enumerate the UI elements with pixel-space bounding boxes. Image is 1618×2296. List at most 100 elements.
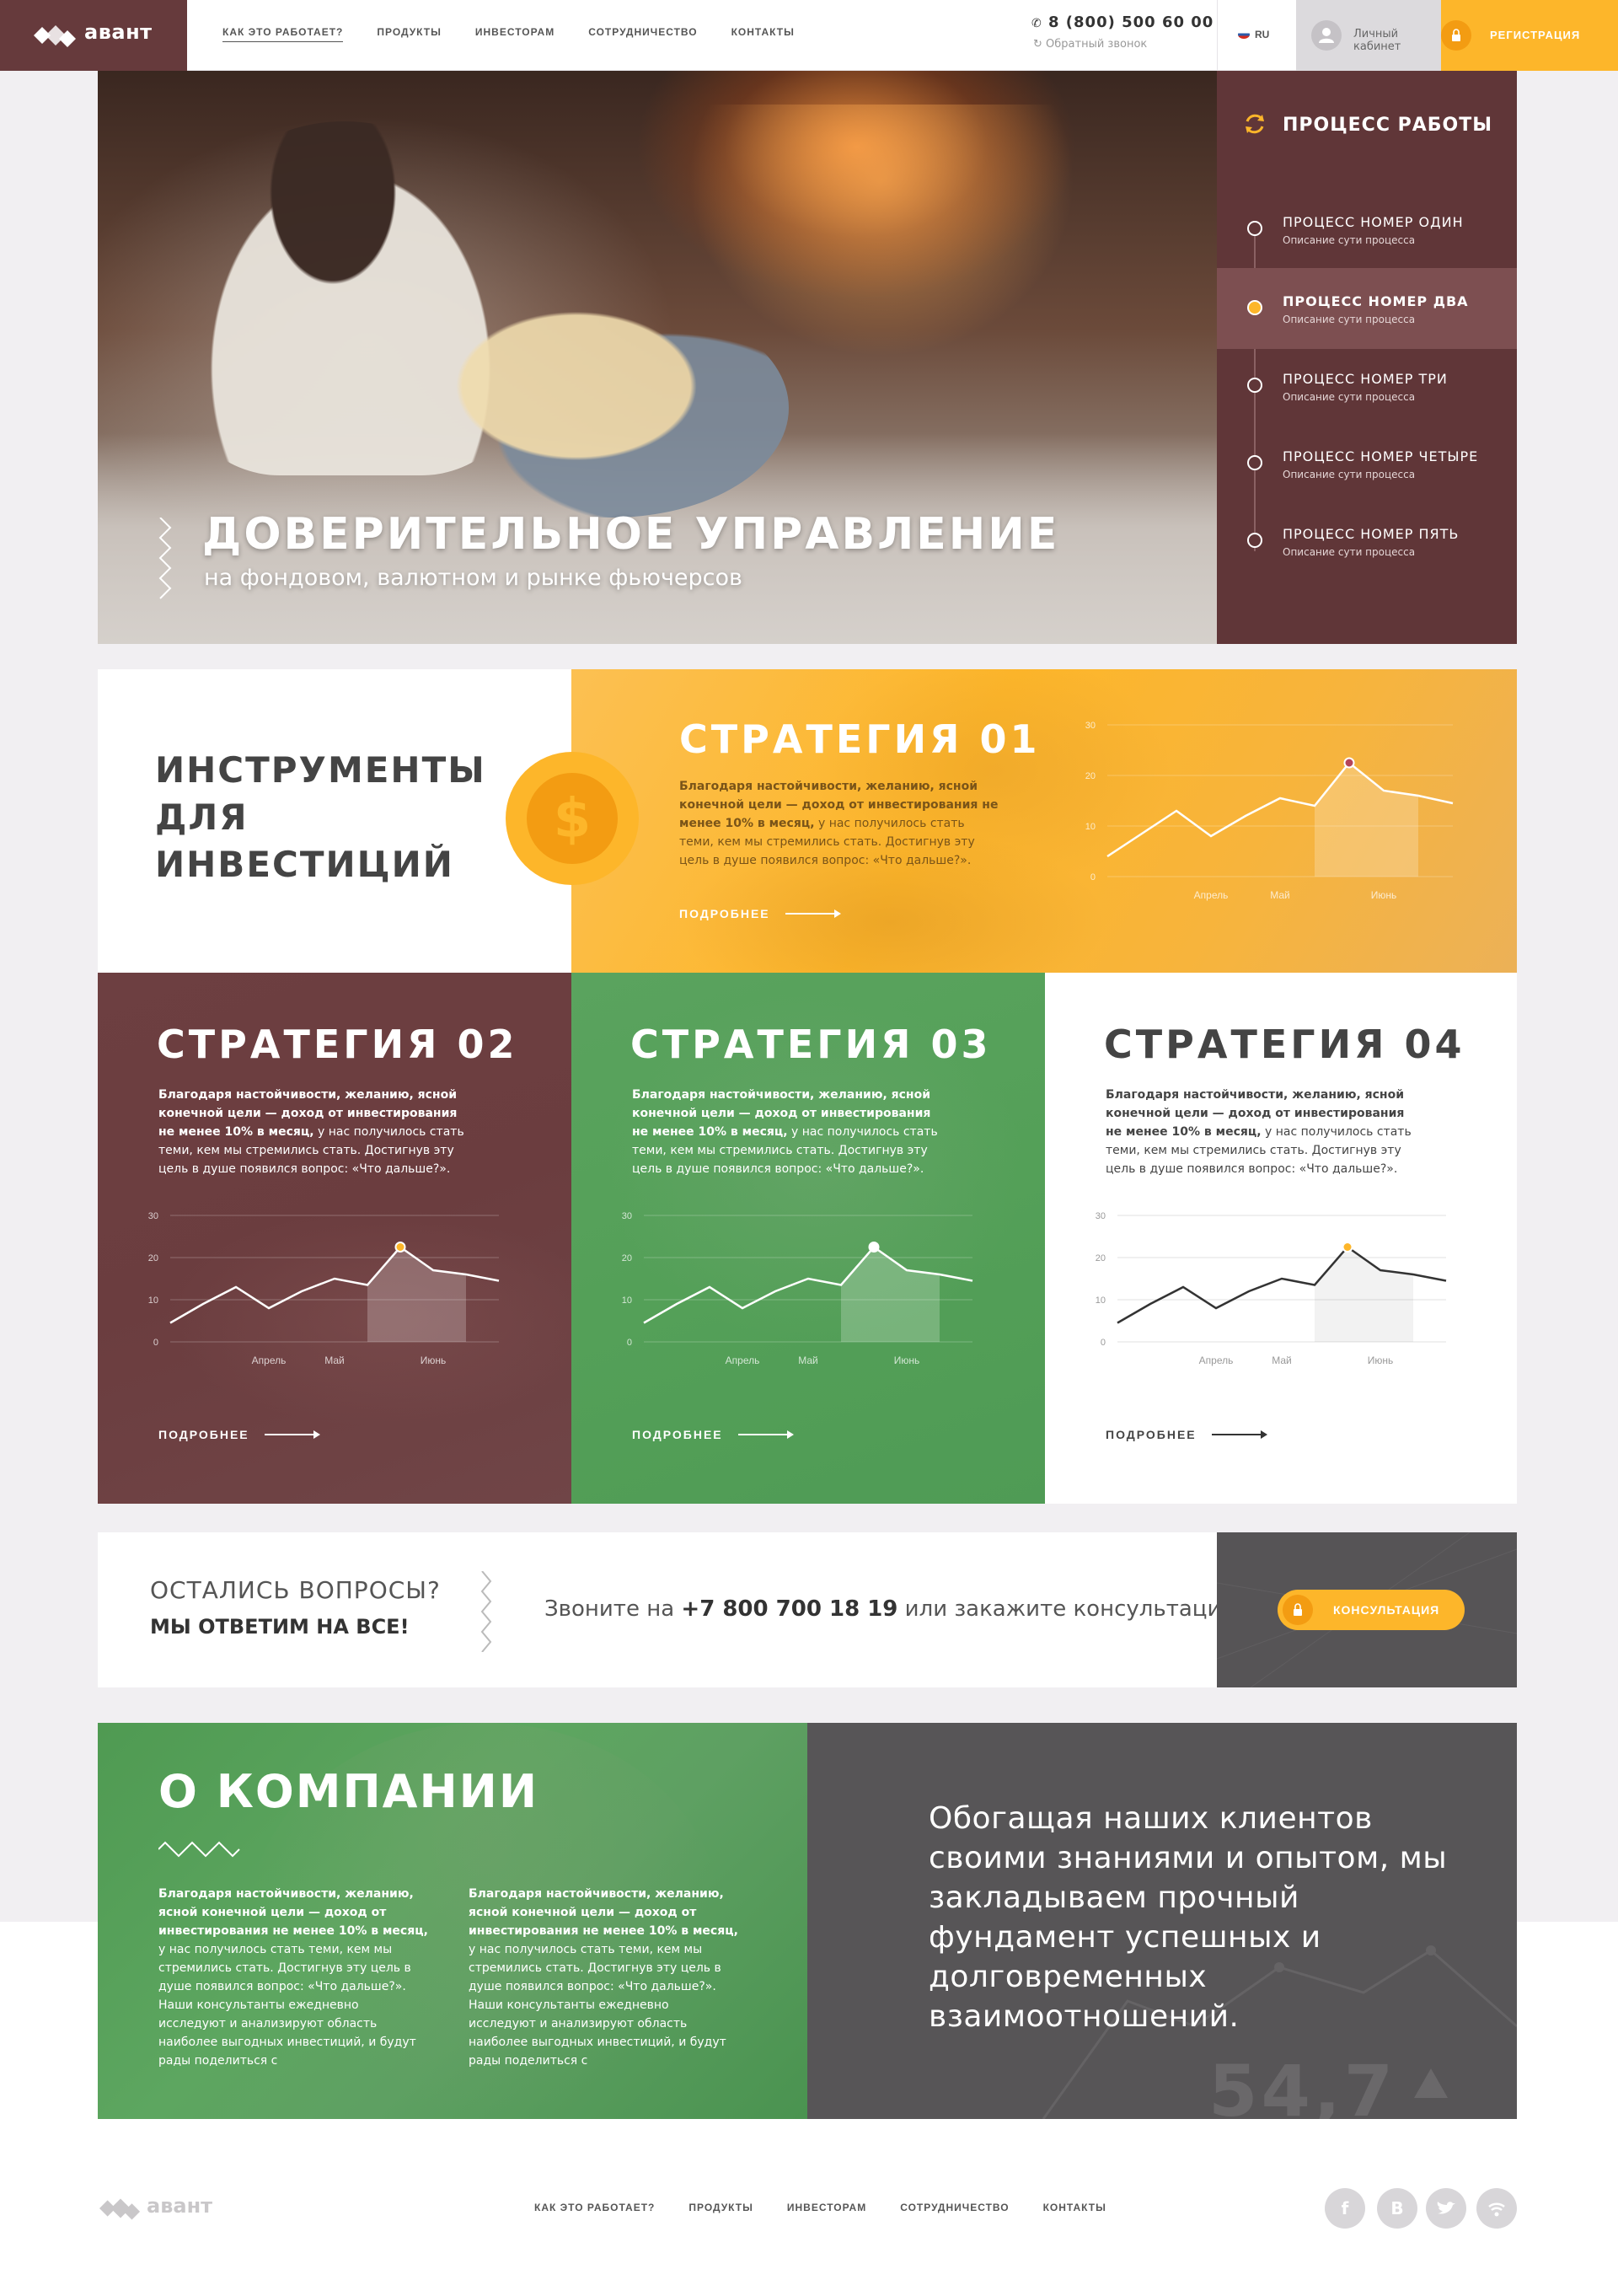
register-button[interactable]: РЕГИСТРАЦИЯ <box>1441 0 1618 71</box>
nav-cooperation[interactable]: СОТРУДНИЧЕСТВО <box>588 26 697 42</box>
call-phone[interactable]: +7 800 700 18 19 <box>681 1596 897 1622</box>
zigzag-icon <box>158 518 172 599</box>
footer-nav-products[interactable]: ПРОДУКТЫ <box>688 2202 753 2213</box>
y-tick-label: 20 <box>1096 1253 1106 1263</box>
footer-logo-text: авант <box>147 2194 213 2218</box>
strategy-card-3[interactable]: СТРАТЕГИЯ 03 Благодаря настойчивости, же… <box>571 973 1045 1504</box>
about-section: О КОМПАНИИ Благодаря настойчивости, жела… <box>98 1723 807 2119</box>
vk-icon[interactable]: B <box>1377 2188 1417 2229</box>
footer-logo-icon[interactable] <box>99 2197 142 2220</box>
logo[interactable]: авант <box>0 0 187 71</box>
footer-nav-contacts[interactable]: КОНТАКТЫ <box>1043 2202 1106 2213</box>
strategy-card-1[interactable]: СТРАТЕГИЯ 01 Благодаря настойчивости, же… <box>571 669 1517 973</box>
questions-subheading: МЫ ОТВЕТИМ НА ВСЕ! <box>150 1615 410 1639</box>
wave-icon <box>158 1841 240 1858</box>
call-prefix: Звоните на <box>544 1596 675 1622</box>
y-tick-label: 0 <box>153 1338 158 1348</box>
lock-icon <box>1441 20 1471 51</box>
questions-bar: ОСТАЛИСЬ ВОПРОСЫ? МЫ ОТВЕТИМ НА ВСЕ! Зво… <box>98 1532 1240 1687</box>
more-label: ПОДРОБНЕЕ <box>158 1428 249 1441</box>
process-item-name: ПРОЦЕСС НОМЕР ДВА <box>1283 293 1469 309</box>
strategy-title: СТРАТЕГИЯ 04 <box>1104 1022 1465 1067</box>
nav-investors[interactable]: ИНВЕСТОРАМ <box>475 26 555 42</box>
process-item-desc: Описание сути процесса <box>1283 391 1416 403</box>
nav-contacts[interactable]: КОНТАКТЫ <box>731 26 795 42</box>
background-number: 54,7 <box>1208 2050 1397 2119</box>
nav-how-it-works[interactable]: КАК ЭТО РАБОТАЕТ? <box>222 26 344 42</box>
process-item-desc: Описание сути процесса <box>1283 469 1416 480</box>
language-selector[interactable]: RU <box>1217 0 1296 71</box>
sync-icon <box>1246 114 1264 134</box>
strategy-card-2[interactable]: СТРАТЕГИЯ 02 Благодаря настойчивости, же… <box>98 973 571 1504</box>
strategy-title: СТРАТЕГИЯ 02 <box>157 1022 518 1067</box>
main-nav: КАК ЭТО РАБОТАЕТ? ПРОДУКТЫ ИНВЕСТОРАМ СО… <box>222 26 795 42</box>
process-item-4[interactable]: ПРОЦЕСС НОМЕР ЧЕТЫРЕ Описание сути проце… <box>1217 423 1517 504</box>
about-text-bold: Благодаря настойчивости, желанию, ясной … <box>158 1887 428 1938</box>
nav-products[interactable]: ПРОДУКТЫ <box>377 26 442 42</box>
arrow-right-icon <box>1211 1430 1267 1439</box>
hero-title: ДОВЕРИТЕЛЬНОЕ УПРАВЛЕНИЕ <box>202 509 1060 560</box>
process-item-desc: Описание сути процесса <box>1283 546 1416 558</box>
about-text-bold: Благодаря настойчивости, желанию, ясной … <box>469 1887 738 1938</box>
facebook-icon[interactable]: f <box>1325 2188 1365 2229</box>
strategy-title: СТРАТЕГИЯ 03 <box>630 1022 992 1067</box>
dollar-icon-inner: $ <box>527 773 618 864</box>
y-tick-label: 10 <box>1096 1296 1106 1306</box>
process-item-name: ПРОЦЕСС НОМЕР ТРИ <box>1283 371 1448 387</box>
footer-nav-investors[interactable]: ИНВЕСТОРАМ <box>787 2202 866 2213</box>
timeline-dot-icon <box>1247 533 1262 548</box>
phone-block: ✆ 8 (800) 500 60 00 ↻ Обратный звонок <box>1031 13 1214 51</box>
hero-banner: ДОВЕРИТЕЛЬНОЕ УПРАВЛЕНИЕ на фондовом, ва… <box>98 71 1217 644</box>
questions-heading: ОСТАЛИСЬ ВОПРОСЫ? <box>150 1576 441 1604</box>
zigzag-icon <box>480 1571 492 1652</box>
more-link[interactable]: ПОДРОБНЕЕ <box>1106 1428 1267 1441</box>
callback-link[interactable]: ↻ Обратный звонок <box>1031 38 1214 51</box>
more-link[interactable]: ПОДРОБНЕЕ <box>679 907 841 920</box>
x-tick-label: Июнь <box>894 1355 920 1366</box>
y-tick-label: 0 <box>1101 1338 1106 1348</box>
twitter-icon[interactable] <box>1426 2188 1466 2229</box>
instruments-block: ИНСТРУМЕНТЫ ДЛЯ ИНВЕСТИЦИЙ <box>98 669 571 973</box>
process-panel: ПРОЦЕСС РАБОТЫ ПРОЦЕСС НОМЕР ОДИН Описан… <box>1217 71 1517 644</box>
y-tick-label: 30 <box>1096 1211 1106 1221</box>
x-tick-label: Май <box>1270 889 1290 901</box>
more-link[interactable]: ПОДРОБНЕЕ <box>632 1428 794 1441</box>
logo-text: авант <box>84 20 153 44</box>
more-label: ПОДРОБНЕЕ <box>1106 1428 1197 1441</box>
logo-icon <box>34 25 76 47</box>
more-label: ПОДРОБНЕЕ <box>679 907 770 920</box>
process-item-2[interactable]: ПРОЦЕСС НОМЕР ДВА Описание сути процесса <box>1217 268 1517 349</box>
strategy-card-4[interactable]: СТРАТЕГИЯ 04 Благодаря настойчивости, же… <box>1045 973 1517 1504</box>
strategy-chart-2: 0 10 20 30 Апрель Май Июнь <box>148 1211 500 1366</box>
process-item-5[interactable]: ПРОЦЕСС НОМЕР ПЯТЬ Описание сути процесс… <box>1217 501 1517 582</box>
process-title: ПРОЦЕСС РАБОТЫ <box>1283 115 1493 136</box>
process-item-1[interactable]: ПРОЦЕСС НОМЕР ОДИН Описание сути процесс… <box>1217 189 1517 270</box>
rss-icon[interactable] <box>1476 2188 1517 2229</box>
chart-area <box>367 1247 466 1342</box>
about-quote-block: 54,7 Обогащая наших клиентов своими знан… <box>807 1723 1517 2119</box>
strategy-chart-4: 0 10 20 30 Апрель Май Июнь <box>1096 1211 1447 1366</box>
hero-photo-woman <box>435 298 789 518</box>
strategy-text: Благодаря настойчивости, желанию, ясной … <box>1106 1086 1417 1178</box>
consultation-label: КОНСУЛЬТАЦИЯ <box>1333 1603 1440 1617</box>
about-column-1: Благодаря настойчивости, желанию, ясной … <box>158 1885 428 2070</box>
about-text-normal: у нас получилось стать теми, кем мы стре… <box>469 1943 726 2068</box>
site-header: авант КАК ЭТО РАБОТАЕТ? ПРОДУКТЫ ИНВЕСТО… <box>0 0 1618 71</box>
process-item-desc: Описание сути процесса <box>1283 234 1416 246</box>
process-item-desc: Описание сути процесса <box>1283 314 1416 325</box>
timeline-dot-icon <box>1247 300 1262 315</box>
strategy-text: Благодаря настойчивости, желанию, ясной … <box>679 777 999 870</box>
x-tick-label: Апрель <box>252 1355 287 1366</box>
footer-nav-how-it-works[interactable]: КАК ЭТО РАБОТАЕТ? <box>534 2202 655 2213</box>
x-tick-label: Июнь <box>1371 889 1397 901</box>
more-link[interactable]: ПОДРОБНЕЕ <box>158 1428 320 1441</box>
consultation-button[interactable]: КОНСУЛЬТАЦИЯ <box>1278 1590 1465 1630</box>
timeline-dot-icon <box>1247 378 1262 393</box>
header-phone[interactable]: ✆ 8 (800) 500 60 00 <box>1031 13 1214 31</box>
footer-nav: КАК ЭТО РАБОТАЕТ? ПРОДУКТЫ ИНВЕСТОРАМ СО… <box>534 2202 1106 2213</box>
process-item-3[interactable]: ПРОЦЕСС НОМЕР ТРИ Описание сути процесса <box>1217 346 1517 426</box>
personal-cabinet-button[interactable]: Личный кабинет <box>1296 0 1441 71</box>
x-tick-label: Апрель <box>726 1355 760 1366</box>
footer-nav-cooperation[interactable]: СОТРУДНИЧЕСТВО <box>900 2202 1009 2213</box>
peak-point <box>1343 757 1355 769</box>
